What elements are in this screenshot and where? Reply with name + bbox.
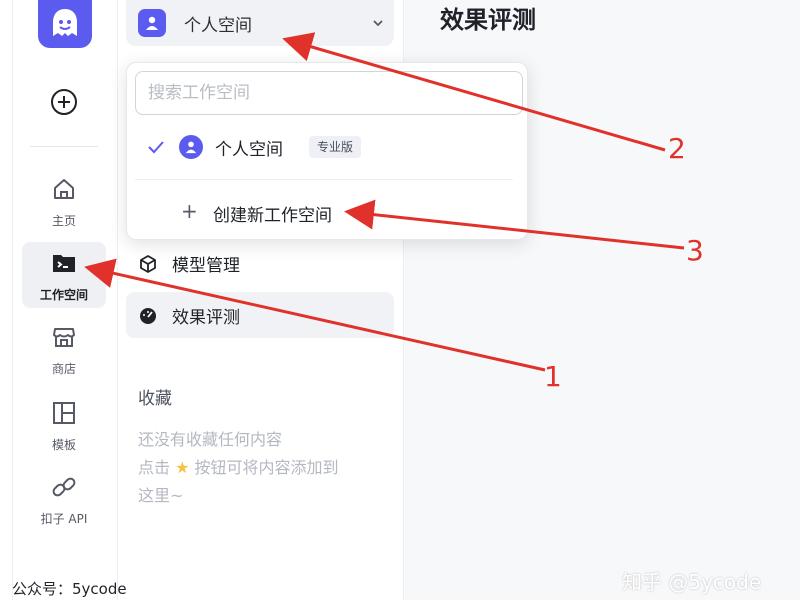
annotation-arrow-2 xyxy=(282,32,666,152)
annotation-number-3: 3 xyxy=(686,234,704,267)
annotation-arrows xyxy=(84,32,685,372)
watermark-left: 公众号：5ycode xyxy=(12,580,127,598)
annotation-number-2: 2 xyxy=(668,132,686,165)
annotation-arrow-1 xyxy=(84,258,546,372)
annotation-number-1: 1 xyxy=(544,360,562,393)
watermark-right: 知乎 @5ycode xyxy=(622,570,762,594)
annotation-arrow-3 xyxy=(344,199,685,250)
